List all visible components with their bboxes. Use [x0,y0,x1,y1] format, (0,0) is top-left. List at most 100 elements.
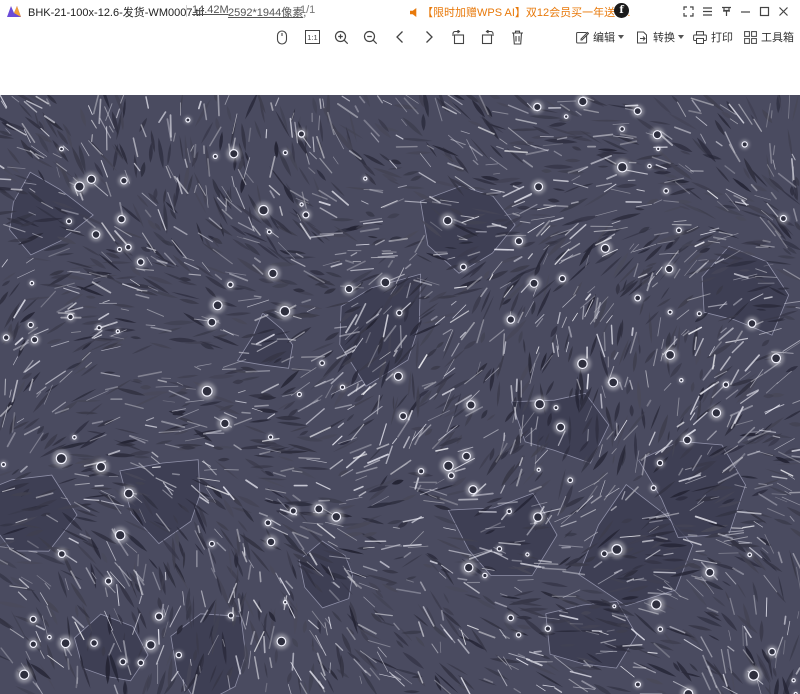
rounded-cell [60,638,71,649]
minimize-icon[interactable] [737,3,753,19]
print-button[interactable]: 打印 [693,29,733,45]
rounded-cell [208,540,215,547]
rounded-cell [296,391,302,397]
previous-icon[interactable] [392,29,408,45]
cell-halo-edge [586,428,590,442]
rounded-cell [506,508,513,515]
rotate-left-icon[interactable] [450,29,466,45]
rounded-cell [722,381,730,389]
rounded-cell [86,174,97,185]
rounded-cell [136,258,145,266]
rounded-cell [791,678,796,683]
rounded-cell [616,161,628,173]
print-icon [693,30,707,44]
rounded-cell [302,211,310,219]
rounded-cell [462,451,472,461]
cell-halo-edge [695,550,705,552]
rounded-cell [227,612,235,619]
rounded-cell [771,353,782,364]
rounded-cell [600,550,608,558]
menu-icon[interactable] [699,3,715,19]
rounded-cell [124,243,132,251]
mouse-icon[interactable] [274,29,290,45]
image-viewer[interactable] [0,95,800,694]
rounded-cell [96,324,102,331]
rounded-cell [58,146,64,152]
rounded-cell [117,214,126,224]
actual-size-icon[interactable]: 1:1 [304,29,320,45]
rounded-cell [393,371,403,381]
cell-halo-edge [94,484,104,487]
rounded-cell [667,309,673,315]
maximize-icon[interactable] [756,3,772,19]
rounded-cell [533,182,544,192]
cell-halo-edge [238,351,250,354]
rounded-cell [154,612,164,621]
rounded-cell [577,358,588,370]
cell-halo-edge [137,554,139,567]
cell-halo-edge [217,95,220,117]
rounded-cell [655,146,661,152]
cell-halo-edge [0,178,12,181]
print-label: 打印 [711,32,733,44]
toolbox-icon [744,30,757,44]
cell-halo-edge [90,134,94,143]
rounded-cell [258,204,269,216]
actual-size-label: 1:1 [307,33,317,42]
toolbox-button[interactable]: 工具箱 [744,29,794,45]
rounded-cell [747,669,760,681]
file-size[interactable]: 14.42M [192,4,229,16]
rounded-cell [608,377,619,388]
zoom-out-icon[interactable] [362,29,378,45]
rounded-cell [506,315,516,324]
rounded-cell [468,485,478,495]
cell-halo-edge [511,559,523,562]
close-icon[interactable] [775,3,791,19]
cell-halo-edge [254,404,269,408]
rounded-cell [683,688,694,694]
delete-icon[interactable] [509,29,525,45]
fullscreen-icon[interactable] [680,3,696,19]
next-icon[interactable] [421,29,437,45]
cell-halo-edge [458,238,468,241]
edit-icon [576,31,589,43]
promo-banner[interactable]: 【限时加赠WPS AI】双12会员买一年送4... [410,4,630,20]
rounded-cell [466,400,476,410]
rounded-cell [533,512,543,523]
rounded-cell [29,615,37,623]
rounded-cell [220,418,230,429]
rounded-cell [266,537,276,547]
cell-halo-edge [67,658,70,670]
rounded-cell [705,567,715,577]
rounded-cell [515,632,522,638]
cell-halo-edge [171,473,180,476]
cell-halo-edge [615,422,618,435]
image-dimensions-value[interactable]: 2592*1944像素 [228,7,303,19]
rounded-cell [123,488,134,499]
edit-button[interactable]: 编辑 [576,29,624,45]
rounded-cell [611,544,623,556]
rounded-cell [145,640,156,650]
rounded-cell [363,176,368,181]
rounded-cell [399,412,408,421]
rounded-cell [442,215,453,226]
toolbox-label: 工具箱 [761,32,794,44]
rounded-cell [447,472,455,480]
zoom-in-icon[interactable] [333,29,349,45]
cell-halo-edge [765,597,768,617]
pin-icon[interactable] [718,3,734,19]
rounded-cell [266,229,272,235]
wps-ai-icon[interactable]: f [614,3,629,18]
cell-halo-edge [749,430,760,433]
rotate-right-icon[interactable] [479,29,495,45]
toolbar: 1:1 编辑 转换 打印 工具箱 [0,22,800,52]
cell-halo-edge [783,615,787,625]
rounded-cell [299,202,304,207]
microscopy-image [0,95,800,694]
rounded-cell [563,114,569,120]
convert-button[interactable]: 转换 [636,29,684,45]
cell-halo-edge [653,571,677,574]
rounded-cell [652,130,662,140]
rounded-cell [29,640,38,649]
rounded-cell [268,268,278,279]
